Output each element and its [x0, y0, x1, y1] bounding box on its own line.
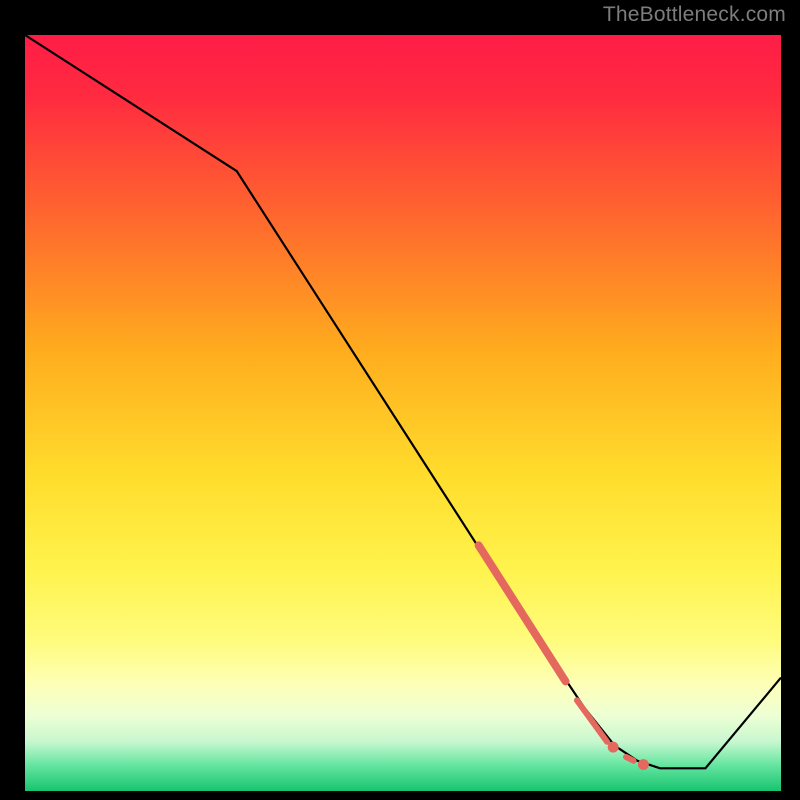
highlight-dot [638, 759, 649, 770]
attribution-label: TheBottleneck.com [603, 3, 786, 27]
chart-svg [25, 35, 781, 791]
chart-root: TheBottleneck.com [0, 0, 800, 800]
highlight-segment [626, 757, 634, 761]
highlight-dot [608, 742, 619, 753]
plot-area [20, 30, 786, 796]
gradient-background [25, 35, 781, 791]
